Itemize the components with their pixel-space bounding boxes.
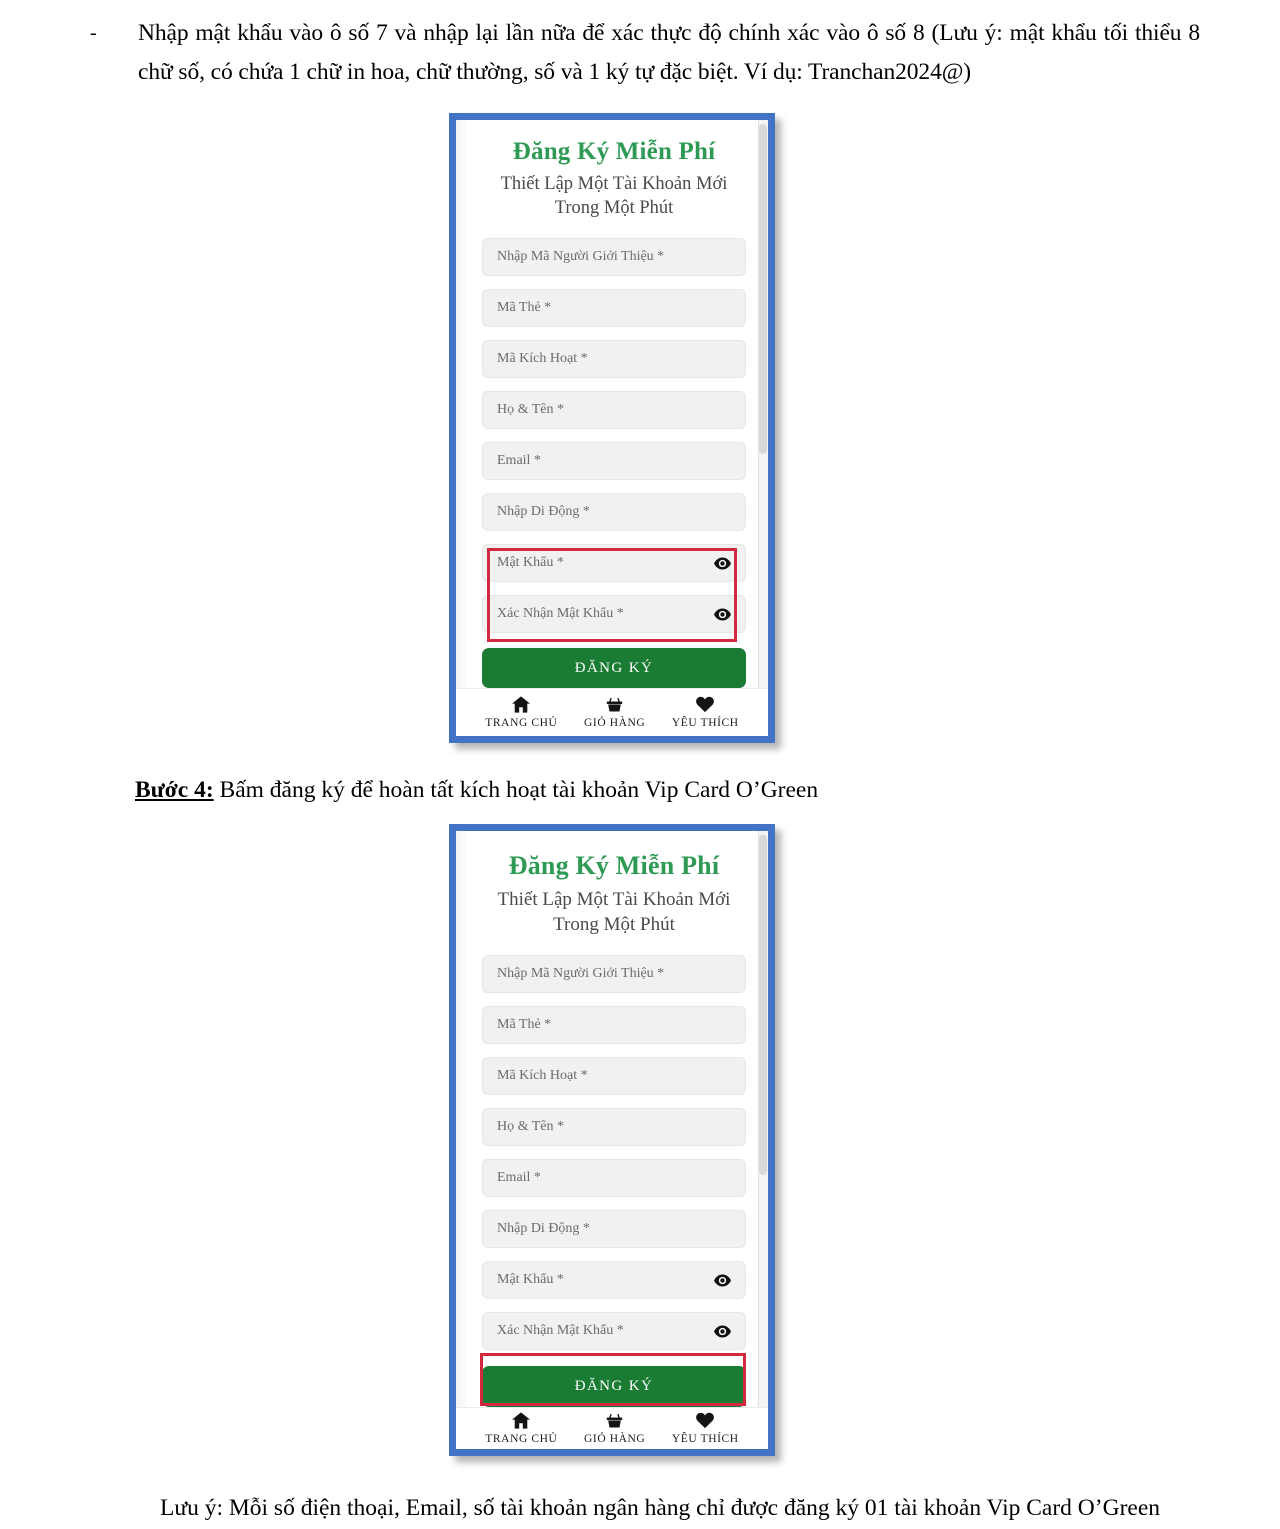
- referral-code-placeholder: Nhập Mã Người Giới Thiệu *: [497, 966, 665, 981]
- bottom-navigation: TRANG CHỦ GIỎ HÀNG YÊU THÍCH: [456, 688, 768, 736]
- email-field[interactable]: Email *: [482, 1159, 746, 1197]
- eye-icon[interactable]: [714, 607, 731, 621]
- step-4-label: Bước 4:: [135, 777, 214, 803]
- home-icon: [512, 1412, 531, 1433]
- basket-icon: [606, 696, 623, 717]
- mobile-placeholder: Nhập Di Động *: [497, 504, 590, 519]
- registration-form: Đăng Ký Miễn Phí Thiết Lập Một Tài Khoản…: [456, 120, 768, 688]
- activation-code-placeholder: Mã Kích Hoạt *: [497, 351, 588, 366]
- confirm-password-field[interactable]: Xác Nhận Mật Khẩu *: [482, 1312, 746, 1350]
- confirm-password-placeholder: Xác Nhận Mật Khẩu *: [497, 606, 624, 621]
- page-subtitle-line2: Trong Một Phút: [554, 198, 674, 218]
- full-name-field[interactable]: Họ & Tên *: [482, 391, 746, 429]
- nav-label-favorites: YÊU THÍCH: [671, 717, 739, 729]
- full-name-placeholder: Họ & Tên *: [497, 402, 565, 417]
- nav-item-home[interactable]: TRANG CHỦ: [485, 696, 557, 729]
- step-4-line: Bước 4: Bấm đăng ký để hoàn tất kích hoạ…: [135, 774, 818, 806]
- nav-item-favorites[interactable]: YÊU THÍCH: [672, 1412, 739, 1445]
- email-field[interactable]: Email *: [482, 442, 746, 480]
- phone-mockup-step4: Đăng Ký Miễn Phí Thiết Lập Một Tài Khoản…: [449, 824, 775, 1456]
- password-placeholder: Mật Khẩu *: [497, 1272, 564, 1287]
- nav-item-favorites[interactable]: YÊU THÍCH: [672, 696, 739, 729]
- eye-icon[interactable]: [714, 1273, 731, 1287]
- referral-code-placeholder: Nhập Mã Người Giới Thiệu *: [497, 249, 665, 264]
- card-code-field[interactable]: Mã Thẻ *: [482, 289, 746, 327]
- card-code-placeholder: Mã Thẻ *: [497, 1017, 552, 1032]
- nav-label-home: TRANG CHỦ: [485, 717, 558, 729]
- page-subtitle-line1: Thiết Lập Một Tài Khoản Mới: [497, 889, 731, 910]
- confirm-password-field[interactable]: Xác Nhận Mật Khẩu *: [482, 595, 746, 633]
- register-button[interactable]: ĐĂNG KÝ: [482, 648, 746, 688]
- mobile-field[interactable]: Nhập Di Động *: [482, 493, 746, 531]
- nav-label-favorites: YÊU THÍCH: [671, 1433, 739, 1445]
- activation-code-placeholder: Mã Kích Hoạt *: [497, 1068, 588, 1083]
- mobile-field[interactable]: Nhập Di Động *: [482, 1210, 746, 1248]
- register-button[interactable]: ĐĂNG KÝ: [482, 1366, 746, 1407]
- footer-note: Lưu ý: Mỗi số điện thoại, Email, số tài …: [160, 1495, 1161, 1521]
- password-field[interactable]: Mật Khẩu *: [482, 1261, 746, 1299]
- referral-code-field[interactable]: Nhập Mã Người Giới Thiệu *: [482, 238, 746, 276]
- heart-icon: [696, 696, 715, 717]
- step-4-text: Bấm đăng ký để hoàn tất kích hoạt tài kh…: [213, 777, 819, 803]
- confirm-password-placeholder: Xác Nhận Mật Khẩu *: [497, 1323, 624, 1338]
- email-placeholder: Email *: [497, 453, 541, 468]
- page-title: Đăng Ký Miễn Phí: [512, 138, 716, 165]
- card-code-field[interactable]: Mã Thẻ *: [482, 1006, 746, 1044]
- bottom-navigation: TRANG CHỦ GIỎ HÀNG YÊU THÍCH: [456, 1407, 768, 1449]
- instruction-bullet: - Nhập mật khẩu vào ô số 7 và nhập lại l…: [90, 14, 1200, 92]
- bullet-text: Nhập mật khẩu vào ô số 7 và nhập lại lần…: [138, 20, 1200, 85]
- full-name-field[interactable]: Họ & Tên *: [482, 1108, 746, 1146]
- page-subtitle-line1: Thiết Lập Một Tài Khoản Mới: [500, 174, 728, 194]
- password-placeholder: Mật Khẩu *: [497, 555, 564, 570]
- heart-icon: [696, 1412, 715, 1433]
- nav-label-home: TRANG CHỦ: [485, 1433, 558, 1445]
- nav-item-cart[interactable]: GIỎ HÀNG: [584, 696, 645, 729]
- page-subtitle-line2: Trong Một Phút: [553, 914, 675, 935]
- nav-item-cart[interactable]: GIỎ HÀNG: [584, 1412, 645, 1445]
- activation-code-field[interactable]: Mã Kích Hoạt *: [482, 1057, 746, 1095]
- home-icon: [512, 696, 531, 717]
- mobile-placeholder: Nhập Di Động *: [497, 1221, 590, 1236]
- card-code-placeholder: Mã Thẻ *: [497, 300, 552, 315]
- registration-form: Đăng Ký Miễn Phí Thiết Lập Một Tài Khoản…: [456, 831, 768, 1407]
- full-name-placeholder: Họ & Tên *: [497, 1119, 565, 1134]
- eye-icon[interactable]: [714, 556, 731, 570]
- app-screen: Đăng Ký Miễn Phí Thiết Lập Một Tài Khoản…: [456, 831, 768, 1449]
- password-field[interactable]: Mật Khẩu *: [482, 544, 746, 582]
- referral-code-field[interactable]: Nhập Mã Người Giới Thiệu *: [482, 955, 746, 993]
- nav-item-home[interactable]: TRANG CHỦ: [485, 1412, 557, 1445]
- app-screen: Đăng Ký Miễn Phí Thiết Lập Một Tài Khoản…: [456, 120, 768, 736]
- email-placeholder: Email *: [497, 1170, 541, 1185]
- nav-label-cart: GIỎ HÀNG: [583, 1433, 646, 1445]
- nav-label-cart: GIỎ HÀNG: [583, 717, 646, 729]
- bullet-dash: -: [90, 22, 97, 44]
- eye-icon[interactable]: [714, 1324, 731, 1338]
- phone-mockup-step3: Đăng Ký Miễn Phí Thiết Lập Một Tài Khoản…: [449, 113, 775, 743]
- activation-code-field[interactable]: Mã Kích Hoạt *: [482, 340, 746, 378]
- page-title: Đăng Ký Miễn Phí: [508, 851, 720, 880]
- basket-icon: [606, 1412, 623, 1433]
